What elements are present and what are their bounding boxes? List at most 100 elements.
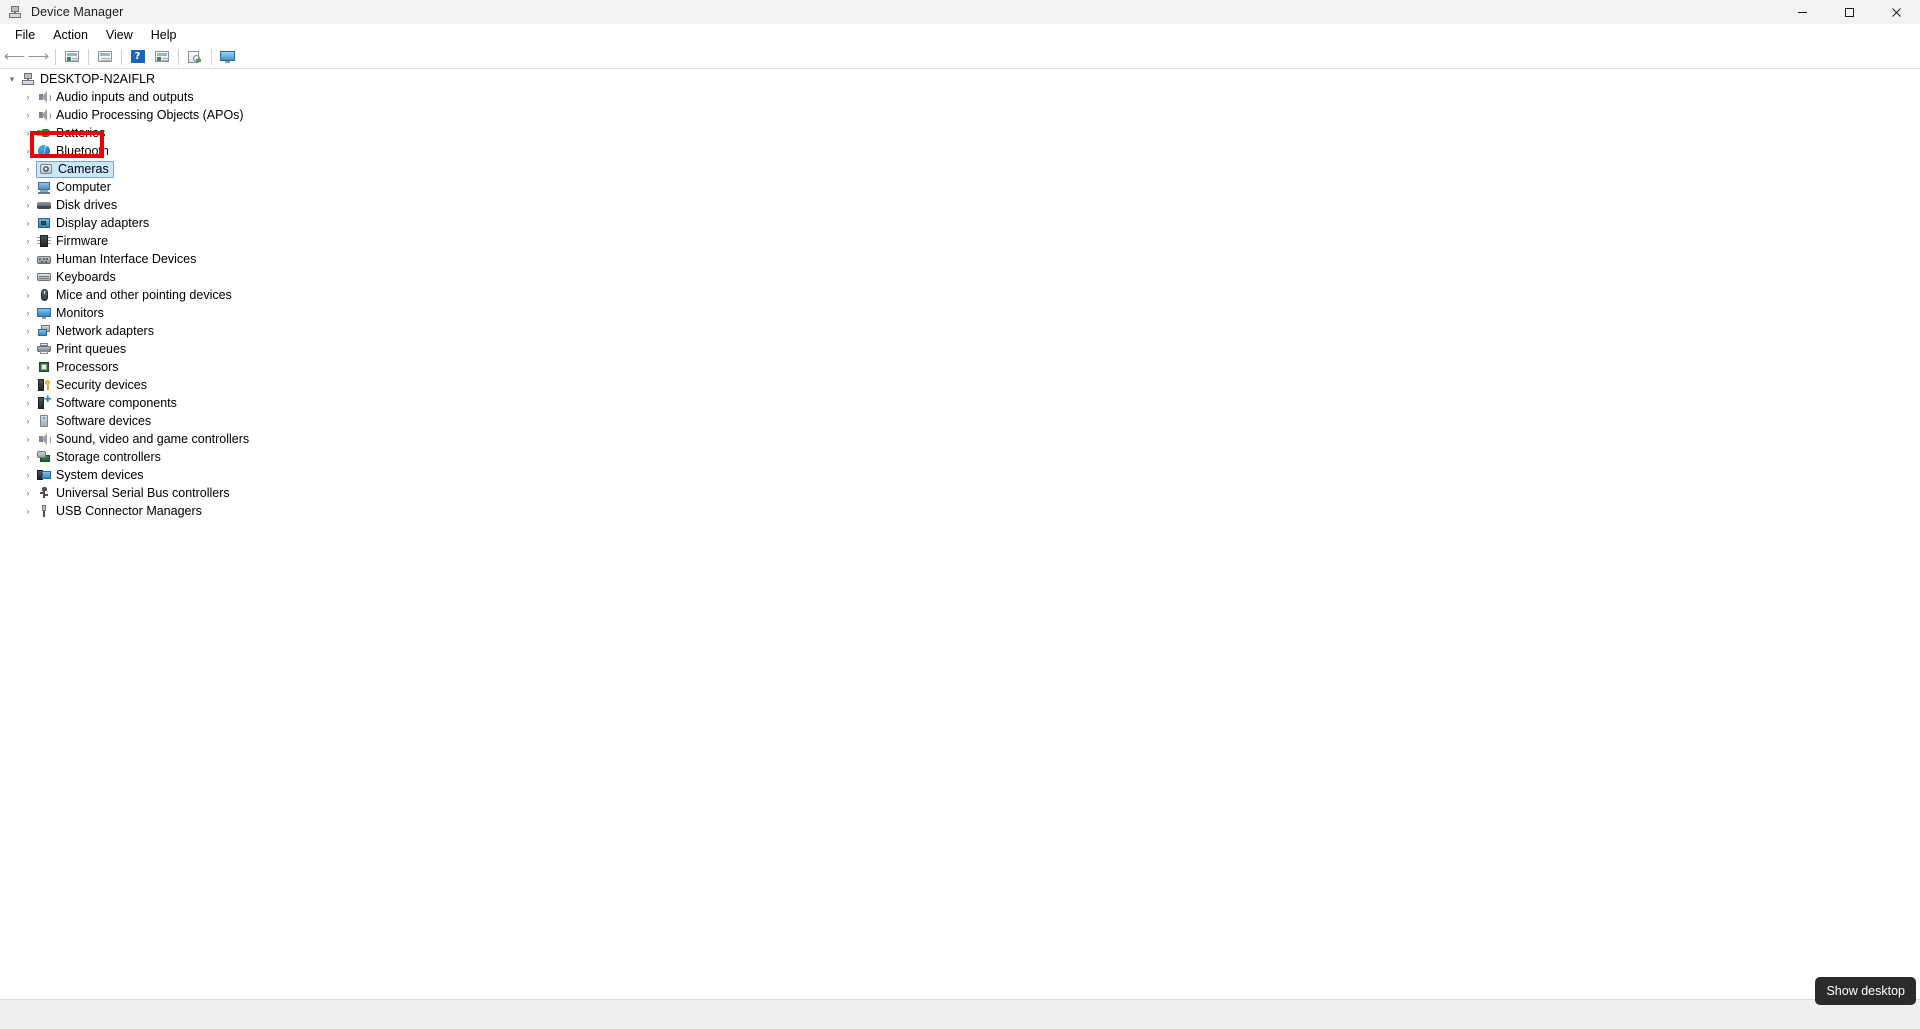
tree-item-bluetooth[interactable]: › ᛏ Bluetooth <box>0 142 1920 160</box>
chevron-right-icon[interactable]: › <box>20 395 36 411</box>
chevron-right-icon[interactable]: › <box>20 107 36 123</box>
tree-item-label: Sound, video and game controllers <box>56 432 250 446</box>
tree-item-label: Network adapters <box>56 324 154 338</box>
chevron-right-icon[interactable]: › <box>20 305 36 321</box>
tree-item-audio-processing-objects[interactable]: › Audio Processing Objects (APOs) <box>0 106 1920 124</box>
device-tree[interactable]: ▾ DESKTOP-N2AIFLR › Audio inputs and outp… <box>0 70 1920 1000</box>
minimize-button[interactable] <box>1779 0 1826 24</box>
chevron-right-icon[interactable]: › <box>20 143 36 159</box>
toolbar-separator <box>178 48 179 65</box>
tree-item-software-components[interactable]: › ✚ Software components <box>0 394 1920 412</box>
speaker-icon <box>36 107 52 123</box>
maximize-button[interactable] <box>1826 0 1873 24</box>
back-button[interactable]: ⟵ <box>3 46 26 68</box>
chevron-right-icon[interactable]: › <box>20 431 36 447</box>
forward-button[interactable]: ⟶ <box>27 46 50 68</box>
tree-item-storage-controllers[interactable]: › Storage controllers <box>0 448 1920 466</box>
tree-item-cameras[interactable]: › Cameras <box>0 160 1920 178</box>
tree-item-universal-serial-bus-controllers[interactable]: › Universal Serial Bus controllers <box>0 484 1920 502</box>
update-driver-button[interactable] <box>150 46 173 68</box>
security-device-icon <box>36 377 52 393</box>
tree-item-disk-drives[interactable]: › Disk drives <box>0 196 1920 214</box>
mouse-icon <box>36 287 52 303</box>
help-button[interactable]: ? <box>126 46 149 68</box>
tree-item-usb-connector-managers[interactable]: › USB Connector Managers <box>0 502 1920 520</box>
tree-item-firmware[interactable]: › Firmware <box>0 232 1920 250</box>
chevron-right-icon[interactable]: › <box>20 449 36 465</box>
properties-button[interactable] <box>93 46 116 68</box>
tree-item-print-queues[interactable]: › Print queues <box>0 340 1920 358</box>
chevron-right-icon[interactable]: › <box>20 215 36 231</box>
tree-item-network-adapters[interactable]: › Network adapters <box>0 322 1920 340</box>
chevron-right-icon[interactable]: › <box>20 125 36 141</box>
tree-item-label: Display adapters <box>56 216 150 230</box>
keyboard-icon <box>36 269 52 285</box>
tree-item-system-devices[interactable]: › System devices <box>0 466 1920 484</box>
tree-item-label: Cameras <box>58 162 109 176</box>
tree-item-content: ✚ Software components <box>36 395 177 412</box>
chevron-right-icon[interactable]: › <box>20 269 36 285</box>
tree-item-monitors[interactable]: › Monitors <box>0 304 1920 322</box>
tree-item-label: Universal Serial Bus controllers <box>56 486 230 500</box>
tree-root-desktop[interactable]: ▾ DESKTOP-N2AIFLR <box>0 70 1920 88</box>
speaker-icon <box>36 431 52 447</box>
tree-item-display-adapters[interactable]: › Display adapters <box>0 214 1920 232</box>
tree-item-content: Universal Serial Bus controllers <box>36 485 230 502</box>
chevron-right-icon[interactable]: › <box>20 467 36 483</box>
chevron-right-icon[interactable]: › <box>20 287 36 303</box>
chevron-right-icon[interactable]: › <box>20 251 36 267</box>
chevron-right-icon[interactable]: › <box>20 233 36 249</box>
tree-item-label: Human Interface Devices <box>56 252 197 266</box>
tree-item-label: System devices <box>56 468 144 482</box>
chevron-down-icon[interactable]: ▾ <box>4 71 20 87</box>
chevron-right-icon[interactable]: › <box>20 503 36 519</box>
chevron-right-icon[interactable]: › <box>20 377 36 393</box>
chevron-right-icon[interactable]: › <box>20 197 36 213</box>
menu-help[interactable]: Help <box>142 26 186 44</box>
tree-item-content: Security devices <box>36 377 147 394</box>
tree-item-sound-video-and-game-controllers[interactable]: › Sound, video and game controllers <box>0 430 1920 448</box>
tree-item-computer[interactable]: › Computer <box>0 178 1920 196</box>
help-question-icon: ? <box>130 50 145 63</box>
tree-item-processors[interactable]: › Processors <box>0 358 1920 376</box>
tree-item-batteries[interactable]: › Batteries <box>0 124 1920 142</box>
close-button[interactable] <box>1873 0 1920 24</box>
devices-by-connection-button[interactable] <box>216 46 239 68</box>
tree-item-content: USB Connector Managers <box>36 503 202 520</box>
speaker-icon <box>36 89 52 105</box>
chevron-right-icon[interactable]: › <box>20 179 36 195</box>
toolbar-separator <box>55 48 56 65</box>
tree-item-security-devices[interactable]: › Security devices <box>0 376 1920 394</box>
tree-item-keyboards[interactable]: › Keyboards <box>0 268 1920 286</box>
tree-item-label: Audio inputs and outputs <box>56 90 194 104</box>
tree-item-content: Monitors <box>36 305 104 322</box>
scan-for-hardware-changes-button[interactable] <box>183 46 206 68</box>
chevron-right-icon[interactable]: › <box>20 341 36 357</box>
tree-item-human-interface-devices[interactable]: › Human Interface Devices <box>0 250 1920 268</box>
menu-file[interactable]: File <box>6 26 44 44</box>
tree-item-content: ᛏ Bluetooth <box>36 143 109 160</box>
tree-item-software-devices[interactable]: › Software devices <box>0 412 1920 430</box>
chevron-right-icon[interactable]: › <box>20 359 36 375</box>
chevron-right-icon[interactable]: › <box>20 89 36 105</box>
tree-item-label: Audio Processing Objects (APOs) <box>56 108 244 122</box>
tree-item-content: Audio inputs and outputs <box>36 89 194 106</box>
chevron-right-icon[interactable]: › <box>20 161 36 177</box>
tree-item-label: Security devices <box>56 378 148 392</box>
battery-icon <box>36 125 52 141</box>
monitor-icon <box>36 305 52 321</box>
tree-item-mice-and-other-pointing-devices[interactable]: › Mice and other pointing devices <box>0 286 1920 304</box>
show-hide-console-tree-button[interactable] <box>60 46 83 68</box>
chevron-right-icon[interactable]: › <box>20 413 36 429</box>
tree-item-label: Bluetooth <box>56 144 109 158</box>
chevron-right-icon[interactable]: › <box>20 323 36 339</box>
tree-root-label: DESKTOP-N2AIFLR <box>40 72 156 86</box>
tree-item-audio-inputs-and-outputs[interactable]: › Audio inputs and outputs <box>0 88 1920 106</box>
menu-action[interactable]: Action <box>44 26 97 44</box>
menu-view[interactable]: View <box>97 26 142 44</box>
tree-item-label: Processors <box>56 360 119 374</box>
window-controls <box>1779 0 1920 24</box>
title-bar: Device Manager <box>0 0 1920 24</box>
disk-drive-icon <box>36 197 52 213</box>
chevron-right-icon[interactable]: › <box>20 485 36 501</box>
